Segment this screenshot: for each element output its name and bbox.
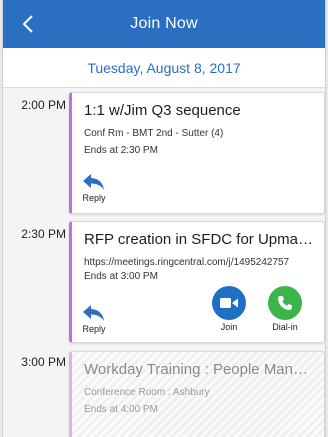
event-location: Conf Rm - BMT 2nd - Sutter (4) bbox=[84, 128, 224, 139]
reply-label: Reply bbox=[82, 193, 106, 203]
phone-icon bbox=[278, 296, 292, 310]
event-title: Workday Training : People Management bbox=[84, 361, 316, 378]
app-frame: Join Now Tuesday, August 8, 2017 2:00 PM… bbox=[2, 0, 326, 437]
event-time: 2:00 PM bbox=[21, 98, 66, 112]
chevron-left-icon bbox=[22, 15, 33, 33]
event-end-time: Ends at 3:00 PM bbox=[84, 271, 158, 282]
event-card[interactable]: RFP creation in SFDC for Upmarket https:… bbox=[69, 221, 325, 343]
reply-button[interactable]: Reply bbox=[82, 173, 106, 203]
dial-in-label: Dial-in bbox=[272, 322, 298, 332]
dial-in-button[interactable]: Dial-in bbox=[268, 286, 302, 332]
event-card[interactable]: Workday Training : People Management Con… bbox=[69, 351, 325, 437]
video-camera-icon bbox=[220, 298, 238, 308]
reply-icon bbox=[83, 174, 104, 190]
back-button[interactable] bbox=[17, 12, 39, 36]
date-header: Tuesday, August 8, 2017 bbox=[3, 48, 325, 88]
date-label: Tuesday, August 8, 2017 bbox=[87, 59, 241, 76]
reply-button[interactable]: Reply bbox=[82, 304, 106, 334]
join-label: Join bbox=[220, 322, 238, 332]
event-title: RFP creation in SFDC for Upmarket bbox=[84, 231, 316, 248]
join-circle[interactable] bbox=[212, 286, 246, 320]
reply-label: Reply bbox=[82, 324, 106, 334]
event-end-time: Ends at 2:30 PM bbox=[84, 145, 158, 156]
dial-in-circle[interactable] bbox=[268, 286, 302, 320]
event-location: Conference Room : Ashbury bbox=[84, 387, 210, 398]
reply-icon bbox=[83, 305, 104, 321]
join-button[interactable]: Join bbox=[212, 286, 246, 332]
event-time: 3:00 PM bbox=[21, 355, 66, 369]
page-title: Join Now bbox=[130, 15, 198, 32]
event-time: 2:30 PM bbox=[21, 227, 66, 241]
header-bar: Join Now bbox=[3, 0, 325, 48]
event-end-time: Ends at 4:00 PM bbox=[84, 404, 158, 415]
event-card[interactable]: 1:1 w/Jim Q3 sequence Conf Rm - BMT 2nd … bbox=[69, 92, 325, 214]
event-title: 1:1 w/Jim Q3 sequence bbox=[84, 102, 241, 119]
event-meeting-link[interactable]: https://meetings.ringcentral.com/j/14952… bbox=[84, 257, 318, 268]
